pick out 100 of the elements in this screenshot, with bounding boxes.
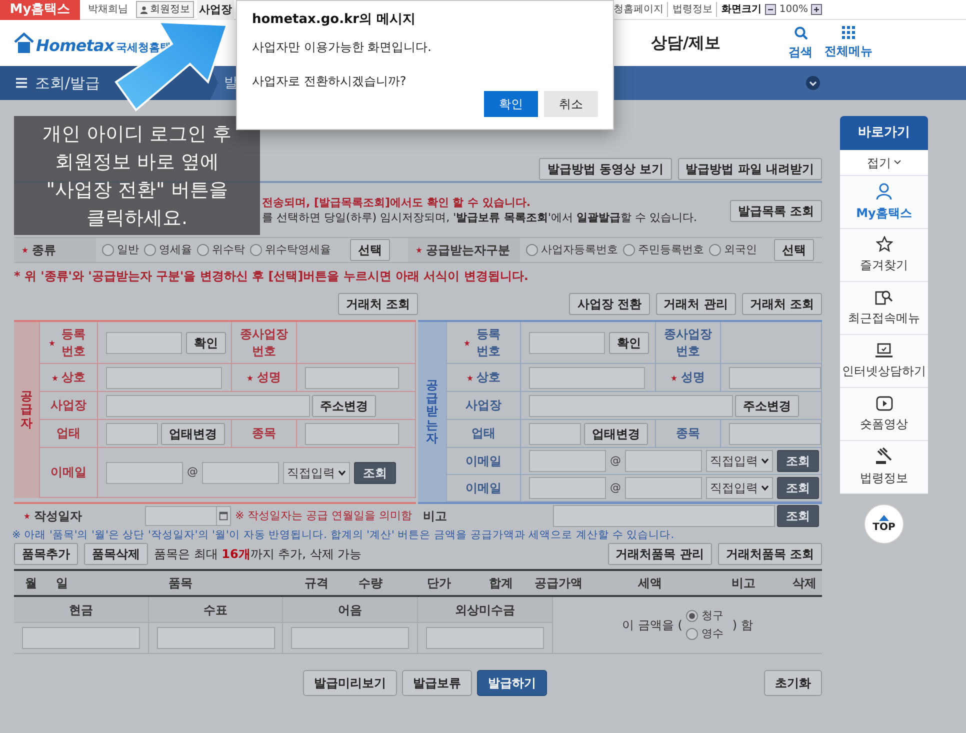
radio-option[interactable]: 영수 bbox=[686, 626, 724, 642]
laptop-icon bbox=[875, 342, 893, 358]
radio-button[interactable] bbox=[709, 244, 721, 256]
select-button[interactable]: 선택 bbox=[350, 239, 390, 261]
reset-button[interactable]: 초기화 bbox=[764, 670, 822, 696]
item-button[interactable]: 거래처품목 관리 bbox=[608, 543, 712, 565]
amount-text: ) 함 bbox=[732, 617, 753, 634]
input-field[interactable] bbox=[305, 366, 399, 388]
input-field[interactable] bbox=[529, 422, 581, 444]
radio-option[interactable]: 위수탁 bbox=[197, 242, 245, 258]
member-info-button[interactable]: 회원정보 bbox=[136, 1, 194, 18]
radio-option[interactable]: 위수탁영세율 bbox=[250, 242, 331, 258]
input-field[interactable] bbox=[106, 422, 158, 444]
menu-icon[interactable] bbox=[16, 78, 27, 88]
input-field[interactable] bbox=[305, 422, 399, 444]
input-field[interactable] bbox=[22, 627, 140, 649]
input-field[interactable] bbox=[106, 332, 182, 354]
collapse-button[interactable]: 접기 bbox=[840, 150, 928, 176]
input-field[interactable] bbox=[106, 394, 310, 416]
sidebar-item[interactable]: 숏폼영상 bbox=[840, 388, 928, 441]
input-field[interactable] bbox=[625, 477, 702, 499]
radio-button[interactable] bbox=[144, 244, 156, 256]
radio-button[interactable] bbox=[686, 610, 698, 622]
brand-link[interactable]: My홈택스 bbox=[0, 0, 80, 20]
input-field[interactable] bbox=[106, 366, 222, 388]
field-label: 상호 bbox=[62, 369, 86, 386]
radio-option[interactable]: 주민등록번호 bbox=[623, 242, 704, 258]
item-button[interactable]: 거래처품목 조회 bbox=[718, 543, 822, 565]
select-field[interactable]: 직접입력 bbox=[706, 450, 773, 472]
search-button[interactable]: 조회 bbox=[777, 450, 819, 472]
ok-button[interactable]: 확인 bbox=[484, 91, 538, 117]
partner-button[interactable]: 거래처 조회 bbox=[742, 293, 822, 315]
select-field[interactable]: 직접입력 bbox=[706, 477, 773, 499]
input-field[interactable] bbox=[729, 366, 821, 388]
header-tool-button[interactable]: 전체메뉴 bbox=[824, 26, 873, 60]
radio-option[interactable]: 청구 bbox=[686, 608, 724, 624]
issue-button[interactable]: 발급하기 bbox=[477, 670, 547, 696]
radio-option[interactable]: 외국인 bbox=[709, 242, 757, 258]
select-button[interactable]: 선택 bbox=[774, 239, 814, 261]
scroll-top-button[interactable]: TOP bbox=[864, 504, 904, 544]
input-field[interactable] bbox=[156, 627, 274, 649]
input-field[interactable] bbox=[106, 462, 183, 484]
action-button[interactable]: 발급보류 bbox=[402, 670, 472, 696]
confirm-button[interactable]: 확인 bbox=[609, 332, 649, 354]
sidebar-item[interactable]: 즐겨찾기 bbox=[840, 229, 928, 282]
zoom-in-icon[interactable] bbox=[811, 4, 822, 15]
search-button[interactable]: 조회 bbox=[777, 505, 819, 527]
input-field[interactable] bbox=[553, 505, 775, 527]
search-button[interactable]: 조회 bbox=[354, 462, 396, 484]
radio-button[interactable] bbox=[102, 244, 114, 256]
input-field[interactable] bbox=[529, 394, 733, 416]
confirm-button[interactable]: 확인 bbox=[186, 332, 226, 354]
input-field[interactable] bbox=[529, 450, 606, 472]
input-field[interactable] bbox=[426, 627, 544, 649]
input-field[interactable] bbox=[529, 477, 606, 499]
business-change-button[interactable]: 업태변경 bbox=[161, 422, 225, 444]
header-tool-button[interactable]: 검색 bbox=[788, 26, 813, 60]
radio-button[interactable] bbox=[197, 244, 209, 256]
guide-button[interactable]: 발급방법 동영상 보기 bbox=[539, 158, 672, 180]
radio-button[interactable] bbox=[250, 244, 262, 256]
input-field[interactable] bbox=[625, 450, 702, 472]
breadcrumb-item[interactable]: 발 bbox=[224, 72, 238, 94]
partner-button[interactable]: 사업장 전환 bbox=[569, 293, 650, 315]
sidebar-item[interactable]: 법령정보 bbox=[840, 441, 928, 494]
select-field[interactable]: 직접입력 bbox=[283, 462, 350, 484]
input-field[interactable] bbox=[291, 627, 409, 649]
cancel-button[interactable]: 취소 bbox=[544, 91, 598, 117]
radio-option[interactable]: 일반 bbox=[102, 242, 139, 258]
sidebar-item[interactable]: My홈택스 bbox=[840, 176, 928, 229]
radio-button[interactable] bbox=[623, 244, 635, 256]
address-change-button[interactable]: 주소변경 bbox=[312, 394, 376, 416]
switch-workplace-button[interactable]: 사업장 bbox=[197, 0, 234, 20]
top-link[interactable]: 법령정보 bbox=[667, 2, 716, 17]
notice-text: ※ 아래 '품목'의 '월'은 상단 '작성일자'의 '월'이 자동 반영됩니다. 합계의 '계산' 버튼은 금액을 공급가액과 세액으로 계산할 수 있습니다. bbox=[12, 529, 676, 542]
radio-option[interactable]: 사업자등록번호 bbox=[526, 242, 618, 258]
input-field[interactable] bbox=[729, 422, 821, 444]
address-change-button[interactable]: 주소변경 bbox=[735, 394, 799, 416]
zoom-out-icon[interactable] bbox=[765, 4, 776, 15]
chevron-down-icon[interactable] bbox=[806, 76, 820, 90]
business-change-button[interactable]: 업태변경 bbox=[584, 422, 648, 444]
input-field[interactable] bbox=[529, 366, 645, 388]
nav-menu-item[interactable]: 상담/제보 bbox=[650, 31, 721, 55]
radio-button[interactable] bbox=[526, 244, 538, 256]
input-field[interactable] bbox=[529, 332, 605, 354]
search-button[interactable]: 조회 bbox=[777, 477, 819, 499]
radio-option[interactable]: 영세율 bbox=[144, 242, 192, 258]
action-button[interactable]: 발급미리보기 bbox=[303, 670, 397, 696]
issue-list-button[interactable]: 발급목록 조회 bbox=[730, 200, 822, 222]
date-field[interactable] bbox=[145, 506, 231, 526]
input-field[interactable] bbox=[202, 462, 279, 484]
partner-button[interactable]: 거래처 관리 bbox=[656, 293, 736, 315]
sidebar-item[interactable]: 최근접속메뉴 bbox=[840, 282, 928, 335]
partner-button[interactable]: 거래처 조회 bbox=[338, 293, 418, 315]
item-button[interactable]: 품목추가 bbox=[14, 543, 78, 565]
item-button[interactable]: 품목삭제 bbox=[84, 543, 148, 565]
calendar-icon[interactable] bbox=[216, 507, 230, 525]
guide-button[interactable]: 발급방법 파일 내려받기 bbox=[678, 158, 822, 180]
top-link[interactable]: 청홈페이지 bbox=[609, 2, 668, 17]
sidebar-item[interactable]: 인터넷상담하기 bbox=[840, 335, 928, 388]
radio-button[interactable] bbox=[686, 628, 698, 640]
